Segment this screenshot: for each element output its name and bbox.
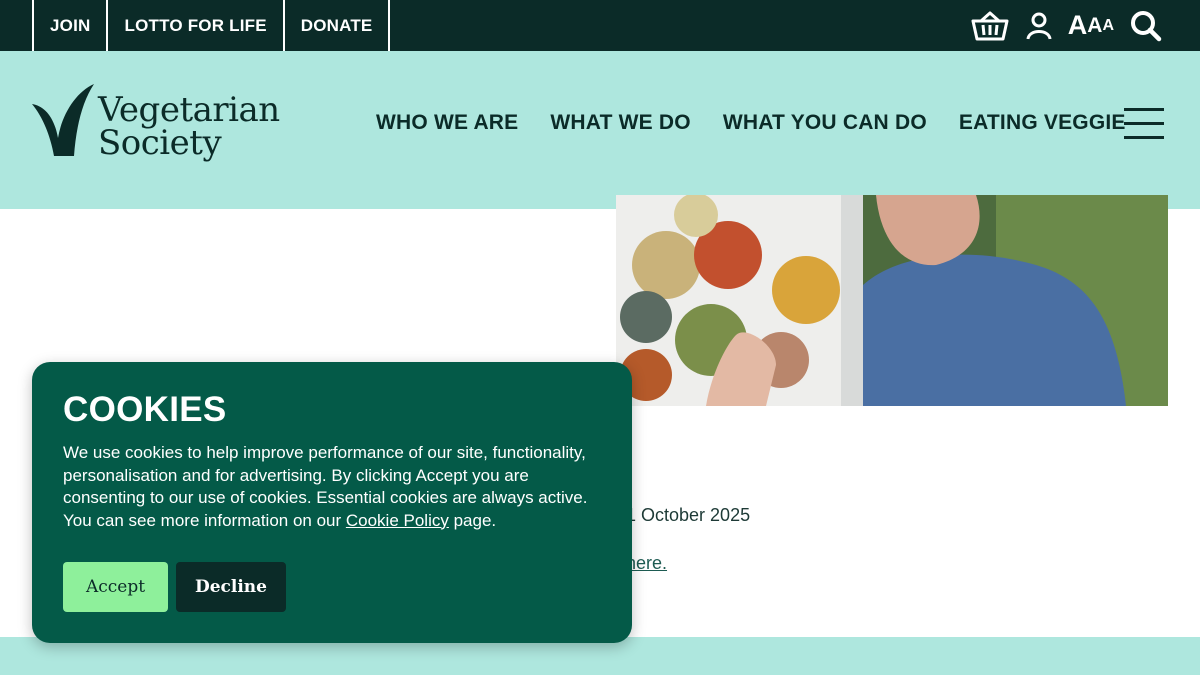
decline-button[interactable]: Decline	[176, 562, 286, 612]
cookie-text-end: page.	[448, 510, 497, 530]
join-link[interactable]: JOIN	[32, 0, 106, 51]
text-size-small: A	[1102, 16, 1114, 34]
article-date: 1 October 2025	[626, 505, 751, 525]
utility-links: JOIN LOTTO FOR LIFE DONATE	[32, 0, 391, 51]
leaf-logo-icon	[32, 84, 94, 156]
site-header: Vegetarian Society WHO WE ARE WHAT WE DO…	[0, 51, 1200, 209]
cookie-message: We use cookies to help improve performan…	[63, 442, 613, 532]
utility-bar: JOIN LOTTO FOR LIFE DONATE A A A	[0, 0, 1200, 51]
utility-tools: A A A	[970, 0, 1162, 51]
basket-icon[interactable]	[970, 0, 1010, 51]
logo-line-society: Society	[98, 123, 222, 163]
donate-link[interactable]: DONATE	[282, 0, 391, 51]
text-size-large: A	[1067, 10, 1088, 40]
nav-who-we-are[interactable]: WHO WE ARE	[376, 111, 518, 135]
site-logo[interactable]: Vegetarian Society	[30, 84, 290, 174]
hamburger-menu-icon[interactable]	[1124, 108, 1166, 140]
nav-what-you-can-do[interactable]: WHAT YOU CAN DO	[723, 111, 927, 135]
cookie-policy-link[interactable]: Cookie Policy	[346, 511, 449, 530]
accept-button[interactable]: Accept	[63, 562, 168, 612]
text-size-control[interactable]: A A A	[1068, 0, 1114, 51]
cookie-banner: COOKIES We use cookies to help improve p…	[32, 362, 632, 643]
hero-image	[616, 195, 1168, 406]
search-icon[interactable]	[1130, 0, 1162, 51]
cookie-text-main: We use cookies to help improve performan…	[63, 443, 588, 530]
main-nav: WHO WE ARE WHAT WE DO WHAT YOU CAN DO EA…	[376, 111, 1126, 135]
text-size-medium: A	[1087, 13, 1103, 37]
user-icon[interactable]	[1026, 0, 1052, 51]
cookie-title: COOKIES	[63, 390, 227, 429]
logo-text: Vegetarian Society	[98, 93, 280, 163]
lotto-for-life-link[interactable]: LOTTO FOR LIFE	[106, 0, 282, 51]
nav-what-we-do[interactable]: WHAT WE DO	[550, 111, 690, 135]
article-link[interactable]: here.	[626, 553, 667, 574]
nav-eating-veggie[interactable]: EATING VEGGIE	[959, 111, 1126, 135]
